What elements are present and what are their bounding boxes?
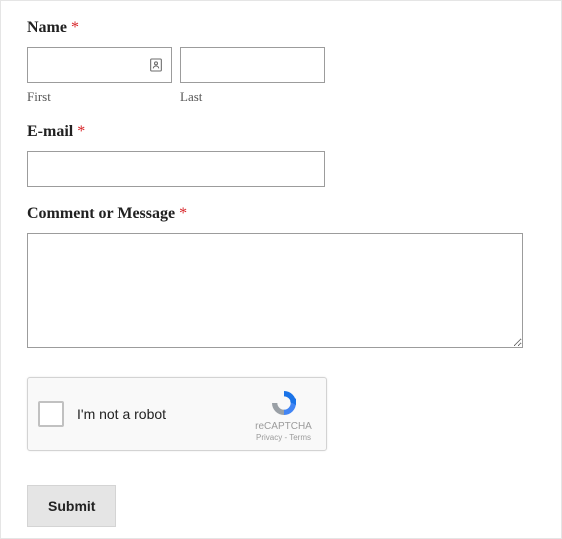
required-star: * — [71, 19, 79, 36]
recaptcha-terms-link[interactable]: Terms — [289, 433, 311, 442]
last-name-input[interactable] — [180, 47, 325, 83]
recaptcha-widget: I'm not a robot reCAPTCHA Privacy - Term… — [27, 377, 327, 451]
last-name-col: Last — [180, 47, 325, 105]
contact-form: Name * First Last — [0, 0, 562, 539]
email-field-group: E-mail * — [27, 123, 535, 187]
email-label: E-mail * — [27, 123, 535, 141]
recaptcha-branding: reCAPTCHA Privacy - Terms — [251, 387, 316, 442]
email-input[interactable] — [27, 151, 325, 187]
first-name-sublabel: First — [27, 89, 172, 105]
recaptcha-brand-text: reCAPTCHA — [255, 421, 312, 432]
name-label-text: Name — [27, 19, 67, 36]
first-name-input[interactable] — [27, 47, 172, 83]
submit-button[interactable]: Submit — [27, 485, 116, 527]
recaptcha-privacy-link[interactable]: Privacy — [256, 433, 282, 442]
required-star: * — [77, 123, 85, 140]
recaptcha-links: Privacy - Terms — [256, 433, 311, 442]
name-row: First Last — [27, 47, 535, 105]
email-label-text: E-mail — [27, 123, 73, 140]
recaptcha-checkbox[interactable] — [38, 401, 64, 427]
comment-textarea[interactable] — [27, 233, 523, 348]
comment-label: Comment or Message * — [27, 205, 535, 223]
first-name-col: First — [27, 47, 172, 105]
name-label: Name * — [27, 19, 535, 37]
required-star: * — [179, 205, 187, 222]
comment-label-text: Comment or Message — [27, 205, 175, 222]
name-field-group: Name * First Last — [27, 19, 535, 105]
comment-field-group: Comment or Message * — [27, 205, 535, 353]
recaptcha-label: I'm not a robot — [77, 406, 251, 422]
recaptcha-logo-icon — [268, 387, 300, 419]
last-name-sublabel: Last — [180, 89, 325, 105]
